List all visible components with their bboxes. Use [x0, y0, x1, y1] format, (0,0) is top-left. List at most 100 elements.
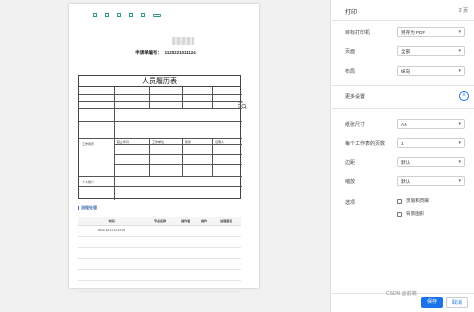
table-cell: [196, 269, 212, 281]
checkbox-3: [117, 13, 121, 17]
background-graphics-checkbox[interactable]: [397, 211, 402, 217]
background-graphics-option[interactable]: 背景图形: [397, 211, 424, 217]
table-cell: [196, 225, 212, 237]
flow-col-comment: 处理意见: [211, 217, 241, 226]
pages-label: 页面: [345, 49, 356, 55]
table-cell: 2022-10-11 11:24:07: [78, 225, 146, 237]
print-page: 申请单编号： 1120221011124 人员履历表 工作简历 起止年月 工作单…: [69, 4, 259, 292]
section-flow-heading: 流程处理: [78, 206, 97, 210]
table-cell: [145, 236, 175, 248]
more-settings-label[interactable]: 更多设置: [345, 93, 365, 100]
grid-line: [79, 121, 242, 122]
table-cell: [211, 258, 241, 270]
table-cell: [78, 269, 146, 281]
flow-col-time: 时间: [78, 217, 146, 226]
table-cell: [211, 280, 241, 292]
table-cell: [174, 247, 197, 259]
document-number-label: 申请单编号：: [135, 50, 162, 55]
photo-upload-icon: [238, 101, 247, 109]
cancel-button[interactable]: 取消: [446, 297, 468, 308]
table-cell: [145, 280, 175, 292]
grid-line: [79, 94, 242, 95]
options-label: 选项: [345, 200, 356, 206]
checkbox-option-1: [93, 13, 99, 17]
grid-line: [149, 87, 150, 108]
grid-line: [79, 186, 242, 187]
headers-footers-checkbox[interactable]: [397, 198, 402, 204]
table-cell: [145, 247, 175, 259]
work-col-period: 起止年月: [117, 140, 130, 144]
grid-line: [114, 144, 242, 145]
table-cell: [174, 258, 197, 270]
resume-form: 人员履历表 工作简历 起止年月 工作单位 职务 证明人 个人简介: [78, 75, 242, 200]
paper-size-label: 纸张尺寸: [345, 122, 366, 128]
chevron-down-icon: ▾: [458, 121, 461, 127]
table-cell: [78, 236, 146, 248]
pages-per-sheet-value: 1: [401, 141, 404, 146]
work-col-employer: 工作单位: [152, 140, 165, 144]
table-cell: [196, 247, 212, 259]
pages-per-sheet-label: 每个工作表的页数: [345, 141, 386, 147]
chevron-down-icon: ▾: [458, 159, 461, 165]
table-row: [78, 247, 241, 259]
destination-label: 目标打印机: [345, 30, 371, 36]
checkbox-2: [105, 13, 109, 17]
chevron-down-icon: ▾: [458, 140, 461, 146]
table-cell: [174, 280, 197, 292]
save-button[interactable]: 保存: [421, 297, 443, 308]
page-count: 2 页: [458, 8, 468, 14]
pages-per-sheet-select[interactable]: 1 ▾: [397, 138, 465, 148]
table-cell: [211, 236, 241, 248]
margins-label: 边距: [345, 160, 356, 166]
pages-select[interactable]: 全部 ▾: [397, 46, 465, 56]
margins-select[interactable]: 默认 ▾: [397, 157, 465, 167]
table-row: [78, 280, 241, 292]
scale-label: 缩放: [345, 179, 356, 185]
table-row: [78, 269, 241, 281]
flow-col-node: 节点名称: [145, 217, 175, 226]
layout-value: 纵向: [401, 69, 411, 74]
table-cell: [145, 258, 175, 270]
chevron-down-icon: ▾: [458, 48, 461, 54]
flow-table-header: 时间 节点名称 操作者 操作 处理意见: [78, 217, 241, 226]
table-row: [78, 258, 241, 270]
checkbox-option-5: [141, 13, 147, 17]
checkbox-option-3: [117, 13, 123, 17]
table-cell: [145, 269, 175, 281]
watermark-text: CSDN @前端: [386, 291, 417, 297]
confirm-button: [153, 13, 161, 17]
document-number-value: 1120221011124: [164, 50, 196, 55]
grid-line: [149, 138, 150, 176]
table-cell: [78, 258, 146, 270]
flow-col-action: 操作: [196, 217, 212, 226]
redacted-barcode: [172, 37, 194, 45]
table-cell: [174, 225, 197, 237]
print-settings-panel: 打印 2 页 目标打印机 另存为 PDF ▾ 页面 全部 ▾ 布局 纵向 ▾ 更多设置…: [330, 0, 474, 312]
headers-footers-option[interactable]: 页眉和页脚: [397, 198, 429, 204]
scale-select[interactable]: 默认 ▾: [397, 176, 465, 186]
print-title: 打印: [345, 10, 358, 16]
table-cell: [211, 225, 241, 237]
destination-select[interactable]: 另存为 PDF ▾: [397, 27, 465, 37]
checkbox-1: [93, 13, 97, 17]
grid-line: [114, 164, 242, 165]
paper-size-select[interactable]: A4 ▾: [397, 119, 465, 129]
background-graphics-label: 背景图形: [406, 211, 425, 216]
chevron-up-icon[interactable]: ˄: [459, 91, 469, 101]
grid-line: [79, 108, 242, 109]
grid-line: [114, 87, 115, 200]
resume-title: 人员履历表: [79, 76, 240, 87]
grid-line: [212, 87, 213, 108]
table-cell: [78, 247, 146, 259]
table-cell: [211, 247, 241, 259]
layout-select[interactable]: 纵向 ▾: [397, 66, 465, 76]
scale-value: 默认: [401, 179, 411, 184]
headers-footers-label: 页眉和页脚: [406, 198, 429, 203]
pages-value: 全部: [401, 49, 411, 54]
checkbox-row: [93, 13, 161, 17]
flow-table: 时间 节点名称 操作者 操作 处理意见 2022-10-11 11:24:07: [78, 217, 241, 292]
grid-line: [114, 154, 242, 155]
checkbox-option-4: [129, 13, 135, 17]
work-col-reference: 证明人: [215, 140, 225, 144]
table-cell: [196, 280, 212, 292]
